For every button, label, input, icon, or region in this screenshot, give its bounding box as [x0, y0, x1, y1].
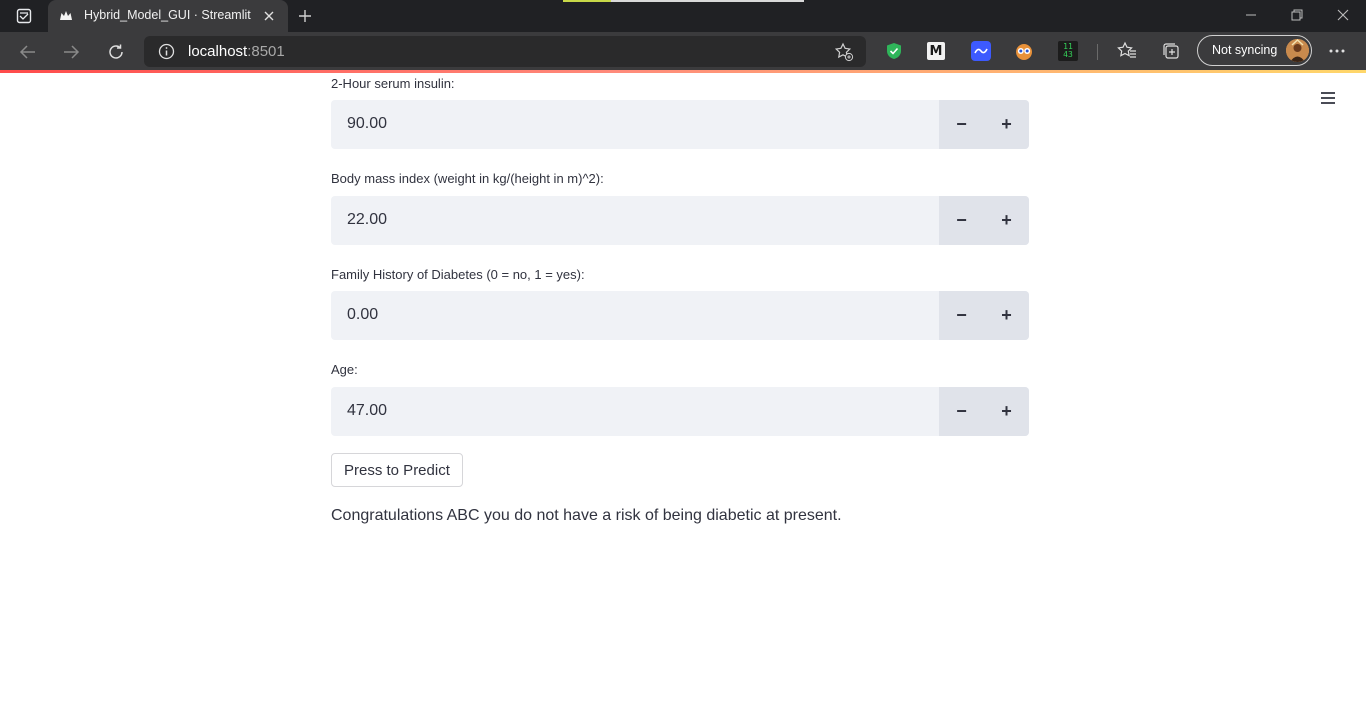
bmi-number-input[interactable]: 22.00 − +: [331, 196, 1029, 245]
predict-button[interactable]: Press to Predict: [331, 453, 463, 487]
family-history-label: Family History of Diabetes (0 = no, 1 = …: [331, 267, 585, 282]
tab-title: Hybrid_Model_GUI · Streamlit: [84, 8, 251, 22]
back-button[interactable]: [15, 39, 41, 65]
close-window-icon: [1337, 9, 1349, 21]
minimize-icon: [1246, 14, 1256, 16]
star-plus-icon[interactable]: [834, 42, 854, 62]
prediction-result-text: Congratulations ABC you do not have a ri…: [331, 507, 842, 524]
refresh-icon: [109, 44, 123, 59]
bmi-decrement-button[interactable]: −: [939, 196, 984, 245]
close-icon[interactable]: [260, 7, 278, 25]
page-loading-strip-track: [611, 0, 804, 2]
profile-sync-button[interactable]: Not syncing: [1197, 35, 1312, 66]
bmi-stepper: − +: [939, 196, 1029, 245]
age-value[interactable]: 47.00: [347, 402, 387, 420]
hamburger-menu-icon[interactable]: [1320, 91, 1340, 109]
bmi-increment-button[interactable]: +: [984, 196, 1029, 245]
age-increment-button[interactable]: +: [984, 387, 1029, 436]
back-arrow-icon: [19, 45, 35, 59]
plus-icon: [299, 10, 311, 22]
browser-tab-active[interactable]: Hybrid_Model_GUI · Streamlit: [48, 0, 288, 32]
insulin-value[interactable]: 90.00: [347, 115, 387, 133]
ellipsis-icon[interactable]: [1326, 41, 1348, 61]
age-number-input[interactable]: 47.00 − +: [331, 387, 1029, 436]
browser-toolbar: localhost:8501 M 11 43 Not syncing: [0, 32, 1366, 70]
forward-button[interactable]: [58, 39, 84, 65]
age-label: Age:: [331, 362, 358, 377]
avatar: [1286, 39, 1309, 62]
minimize-button[interactable]: [1237, 4, 1265, 26]
streamlit-crown-icon: [60, 11, 72, 20]
owl-extension-icon[interactable]: [1014, 41, 1034, 61]
info-icon[interactable]: [158, 43, 175, 60]
browser-titlebar: Hybrid_Model_GUI · Streamlit: [0, 0, 1366, 32]
age-stepper: − +: [939, 387, 1029, 436]
age-decrement-button[interactable]: −: [939, 387, 984, 436]
insulin-increment-button[interactable]: +: [984, 100, 1029, 149]
medium-extension-icon[interactable]: M: [927, 42, 945, 60]
bmi-label: Body mass index (weight in kg/(height in…: [331, 171, 604, 186]
family-history-number-input[interactable]: 0.00 − +: [331, 291, 1029, 340]
restore-icon: [1291, 9, 1303, 21]
url-text: localhost:8501: [188, 43, 285, 60]
shield-extension-icon[interactable]: [884, 41, 904, 61]
streamlit-header-decoration: [0, 70, 1366, 73]
clock-extension-badge[interactable]: 11 43: [1058, 41, 1078, 61]
tab-actions-icon[interactable]: [10, 5, 38, 27]
page-loading-strip: [563, 0, 611, 2]
family-history-increment-button[interactable]: +: [984, 291, 1029, 340]
family-history-decrement-button[interactable]: −: [939, 291, 984, 340]
insulin-decrement-button[interactable]: −: [939, 100, 984, 149]
insulin-label: 2-Hour serum insulin:: [331, 76, 455, 91]
new-tab-button[interactable]: [294, 5, 316, 27]
sync-label: Not syncing: [1212, 43, 1278, 57]
collections-icon[interactable]: [1161, 41, 1181, 61]
toolbar-separator: [1097, 44, 1098, 60]
restore-button[interactable]: [1283, 4, 1311, 26]
favorites-icon[interactable]: [1117, 41, 1137, 61]
bmi-value[interactable]: 22.00: [347, 211, 387, 229]
insulin-stepper: − +: [939, 100, 1029, 149]
family-history-stepper: − +: [939, 291, 1029, 340]
address-bar[interactable]: localhost:8501: [144, 36, 866, 67]
refresh-button[interactable]: [103, 39, 129, 65]
link-extension-icon[interactable]: [971, 41, 991, 61]
family-history-value[interactable]: 0.00: [347, 306, 378, 324]
forward-arrow-icon: [64, 45, 80, 59]
insulin-number-input[interactable]: 90.00 − +: [331, 100, 1029, 149]
close-window-button[interactable]: [1329, 4, 1357, 26]
